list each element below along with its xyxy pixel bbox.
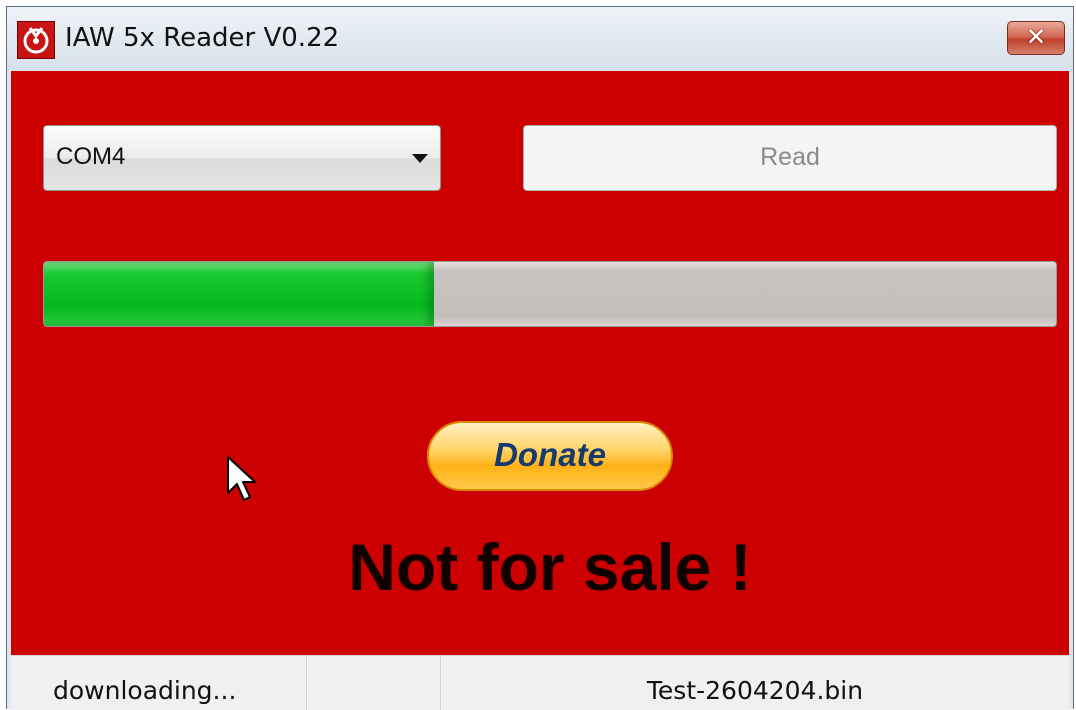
donate-button[interactable]: Donate: [427, 421, 673, 491]
window-title: IAW 5x Reader V0.22: [65, 23, 340, 53]
donate-button-label: Donate: [494, 436, 606, 473]
progress-fill: [44, 262, 434, 326]
mouse-cursor-icon: [227, 456, 256, 501]
not-for-sale-notice: Not for sale !: [348, 530, 752, 604]
status-middle-cell: [307, 656, 441, 710]
close-icon: ✕: [1025, 23, 1047, 51]
progress-bar: [43, 261, 1057, 327]
read-button[interactable]: Read: [523, 125, 1057, 191]
com-port-select[interactable]: COM4: [43, 125, 441, 191]
status-message: downloading...: [11, 656, 307, 710]
chevron-down-icon: [412, 154, 428, 163]
app-window: IAW 5x Reader V0.22 ✕ COM4 Read Donate N…: [6, 6, 1074, 710]
status-bar: downloading... Test-2604204.bin: [11, 655, 1069, 710]
status-filename: Test-2604204.bin: [646, 676, 864, 705]
main-panel: COM4 Read Donate Not for sale !: [11, 71, 1069, 655]
read-button-label: Read: [760, 143, 820, 171]
close-button[interactable]: ✕: [1007, 21, 1065, 55]
title-bar[interactable]: IAW 5x Reader V0.22 ✕: [7, 7, 1073, 71]
app-icon: [17, 21, 55, 59]
com-port-value: COM4: [56, 143, 126, 170]
